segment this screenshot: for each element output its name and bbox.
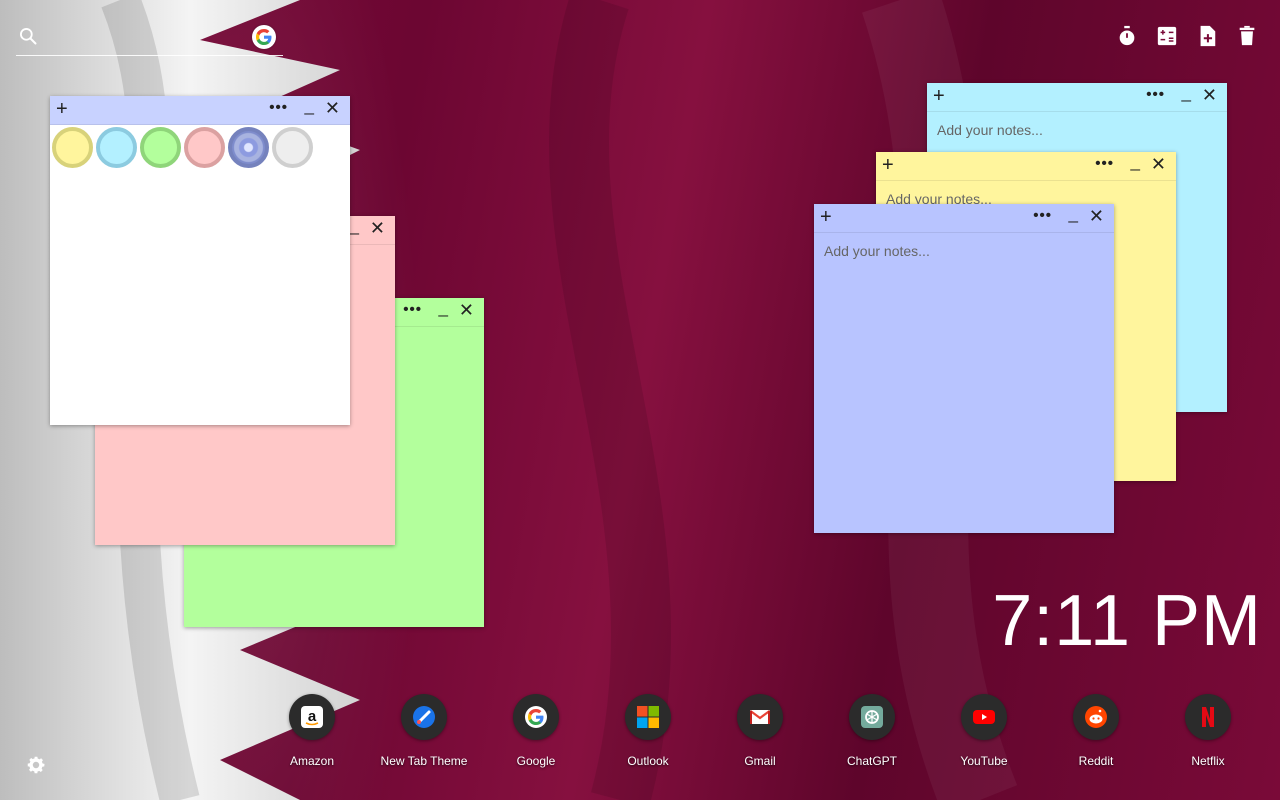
shortcut-new-tab-theme[interactable]: New Tab Theme bbox=[368, 694, 480, 768]
close-button[interactable]: ✕ bbox=[1202, 85, 1217, 106]
minimize-button[interactable]: _ bbox=[1131, 152, 1140, 172]
trash-icon[interactable] bbox=[1236, 24, 1258, 48]
search-input[interactable] bbox=[46, 25, 250, 49]
more-options-button[interactable]: ••• bbox=[1033, 207, 1052, 224]
shortcut-youtube[interactable]: YouTube bbox=[928, 694, 1040, 768]
note-title-bar[interactable]: + ••• _ ✕ bbox=[814, 204, 1114, 233]
note-title-bar[interactable]: + ••• _ ✕ bbox=[927, 83, 1227, 112]
timer-icon[interactable] bbox=[1116, 24, 1138, 48]
shortcut-label: Outlook bbox=[627, 754, 669, 768]
shortcut-label: Google bbox=[516, 754, 556, 768]
note-textarea[interactable] bbox=[814, 233, 1114, 533]
gmail-icon bbox=[737, 694, 783, 740]
top-toolbar bbox=[1116, 24, 1258, 48]
amazon-icon: a bbox=[289, 694, 335, 740]
shortcut-label: Reddit bbox=[1078, 754, 1114, 768]
shortcut-label: Netflix bbox=[1191, 754, 1225, 768]
shortcut-label: Amazon bbox=[289, 754, 335, 768]
sticky-note-blue: + ••• _ ✕ bbox=[814, 204, 1114, 533]
note-title-bar[interactable]: + ••• _ ✕ bbox=[50, 96, 350, 125]
reddit-icon bbox=[1073, 694, 1119, 740]
swatch-yellow[interactable] bbox=[52, 127, 93, 168]
sticky-note-color-picker: + ••• _ ✕ bbox=[50, 96, 350, 425]
new-tab-theme-icon bbox=[401, 694, 447, 740]
shortcut-label: YouTube bbox=[960, 754, 1008, 768]
color-palette bbox=[50, 125, 315, 170]
calculator-icon[interactable] bbox=[1156, 24, 1178, 48]
search-bar bbox=[16, 22, 283, 56]
close-button[interactable]: ✕ bbox=[1151, 154, 1166, 175]
more-options-button[interactable]: ••• bbox=[269, 99, 288, 116]
google-icon bbox=[513, 694, 559, 740]
close-button[interactable]: ✕ bbox=[370, 218, 385, 239]
shortcut-label: New Tab Theme bbox=[380, 754, 468, 768]
shortcut-outlook[interactable]: Outlook bbox=[592, 694, 704, 768]
minimize-button[interactable]: _ bbox=[350, 216, 359, 236]
shortcut-chatgpt[interactable]: ChatGPT bbox=[816, 694, 928, 768]
netflix-icon bbox=[1185, 694, 1231, 740]
close-button[interactable]: ✕ bbox=[325, 98, 340, 119]
add-note-button[interactable]: + bbox=[882, 154, 894, 176]
google-search-icon[interactable] bbox=[252, 25, 276, 49]
close-button[interactable]: ✕ bbox=[1089, 206, 1104, 227]
minimize-button[interactable]: _ bbox=[439, 298, 448, 318]
shortcut-reddit[interactable]: Reddit bbox=[1040, 694, 1152, 768]
shortcut-gmail[interactable]: Gmail bbox=[704, 694, 816, 768]
swatch-cyan[interactable] bbox=[96, 127, 137, 168]
shortcut-label: ChatGPT bbox=[846, 754, 897, 768]
minimize-button[interactable]: _ bbox=[1069, 204, 1078, 224]
shortcut-google[interactable]: Google bbox=[480, 694, 592, 768]
minimize-button[interactable]: _ bbox=[1182, 83, 1191, 103]
youtube-icon bbox=[961, 694, 1007, 740]
add-note-button[interactable]: + bbox=[56, 98, 68, 120]
shortcut-amazon[interactable]: a Amazon bbox=[256, 694, 368, 768]
app-shortcuts-dock: a Amazon New Tab Theme Google Outlook Gm bbox=[256, 694, 1280, 774]
close-button[interactable]: ✕ bbox=[459, 300, 474, 321]
svg-text:a: a bbox=[308, 708, 317, 725]
minimize-button[interactable]: _ bbox=[305, 96, 314, 116]
clock-time: 7:11 PM bbox=[992, 581, 1262, 661]
new-note-icon[interactable] bbox=[1196, 24, 1218, 48]
search-icon[interactable] bbox=[18, 26, 38, 46]
outlook-icon bbox=[625, 694, 671, 740]
swatch-pink[interactable] bbox=[184, 127, 225, 168]
settings-gear-icon[interactable] bbox=[25, 754, 47, 776]
swatch-gray[interactable] bbox=[272, 127, 313, 168]
more-options-button[interactable]: ••• bbox=[1095, 155, 1114, 172]
chatgpt-icon bbox=[849, 694, 895, 740]
note-title-bar[interactable]: + ••• _ ✕ bbox=[876, 152, 1176, 181]
more-options-button[interactable]: ••• bbox=[403, 301, 422, 318]
swatch-blue-selected[interactable] bbox=[228, 127, 269, 168]
add-note-button[interactable]: + bbox=[933, 85, 945, 107]
more-options-button[interactable]: ••• bbox=[1146, 86, 1165, 103]
swatch-green[interactable] bbox=[140, 127, 181, 168]
shortcut-netflix[interactable]: Netflix bbox=[1152, 694, 1264, 768]
add-note-button[interactable]: + bbox=[820, 206, 832, 228]
shortcut-label: Gmail bbox=[744, 754, 776, 768]
